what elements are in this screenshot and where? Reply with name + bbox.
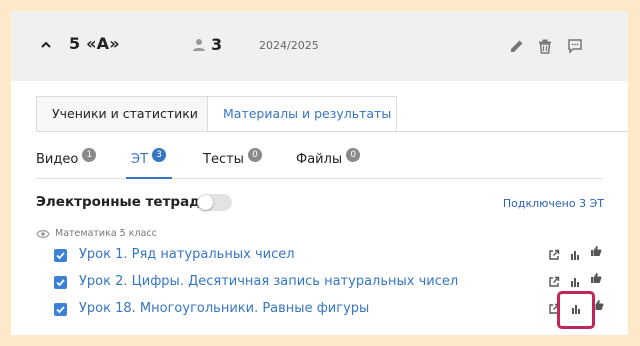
connected-count-link[interactable]: Подключено 3 ЭТ bbox=[503, 197, 604, 210]
external-link-icon[interactable] bbox=[548, 249, 560, 261]
lesson-checkbox[interactable] bbox=[54, 249, 67, 262]
count-badge: 3 bbox=[152, 148, 167, 162]
count-badge: 1 bbox=[82, 148, 97, 162]
check-icon bbox=[56, 252, 65, 260]
lesson-checkbox[interactable] bbox=[54, 303, 67, 316]
section-title: Электронные тетради bbox=[36, 194, 210, 210]
check-icon bbox=[56, 279, 65, 287]
workbooks-toggle[interactable] bbox=[197, 194, 232, 211]
lesson-row: Урок 1. Ряд натуральных чисел bbox=[54, 247, 614, 263]
subtab-label: Видео bbox=[36, 152, 79, 167]
eye-icon[interactable] bbox=[36, 229, 50, 239]
lesson-row: Урок 2. Цифры. Десятичная запись натурал… bbox=[54, 274, 614, 290]
tab-students-stats[interactable]: Ученики и статистики bbox=[36, 96, 208, 132]
lesson-row: Урок 18. Многоугольники. Равные фигуры bbox=[54, 301, 614, 317]
pencil-icon[interactable] bbox=[509, 38, 525, 54]
tab-materials-results[interactable]: Материалы и результаты bbox=[208, 96, 397, 132]
subtab-tests[interactable]: Тесты 0 bbox=[203, 148, 262, 167]
tabs-divider bbox=[36, 131, 628, 132]
thumbs-up-icon[interactable] bbox=[590, 272, 602, 284]
class-name: 5 «А» bbox=[69, 34, 120, 53]
person-icon bbox=[193, 39, 205, 51]
subject-label: Математика 5 класс bbox=[36, 228, 157, 239]
lesson-title[interactable]: Урок 1. Ряд натуральных чисел bbox=[79, 247, 295, 262]
subtab-label: ЭТ bbox=[131, 152, 149, 167]
subtab-video[interactable]: Видео 1 bbox=[36, 148, 97, 167]
subtabs-divider bbox=[36, 178, 603, 179]
bar-chart-icon[interactable] bbox=[569, 249, 581, 261]
subtab-label: Тесты bbox=[203, 152, 244, 167]
chevron-up-icon[interactable] bbox=[40, 39, 52, 51]
student-count: 3 bbox=[211, 35, 223, 54]
school-year: 2024/2025 bbox=[259, 39, 319, 52]
lesson-title[interactable]: Урок 2. Цифры. Десятичная запись натурал… bbox=[79, 274, 458, 289]
trash-icon[interactable] bbox=[537, 38, 553, 54]
bar-chart-icon[interactable] bbox=[569, 276, 581, 288]
lesson-title[interactable]: Урок 18. Многоугольники. Равные фигуры bbox=[79, 301, 369, 316]
highlight-frame bbox=[557, 291, 595, 329]
subtab-workbooks[interactable]: ЭТ 3 bbox=[131, 148, 167, 167]
class-card: 5 «А» 3 2024/2025 Ученики и статистики М… bbox=[11, 11, 628, 335]
subject-name: Математика 5 класс bbox=[55, 228, 157, 239]
subtab-files[interactable]: Файлы 0 bbox=[296, 148, 361, 167]
comment-icon[interactable] bbox=[567, 38, 583, 54]
check-icon bbox=[56, 306, 65, 314]
active-subtab-indicator bbox=[126, 177, 172, 179]
external-link-icon[interactable] bbox=[548, 276, 560, 288]
count-badge: 0 bbox=[346, 148, 361, 162]
count-badge: 0 bbox=[247, 148, 262, 162]
main-tabs: Ученики и статистики Материалы и результ… bbox=[36, 96, 397, 132]
toggle-knob bbox=[198, 195, 213, 210]
class-header: 5 «А» 3 2024/2025 bbox=[11, 11, 628, 81]
subtab-label: Файлы bbox=[296, 152, 343, 167]
lesson-checkbox[interactable] bbox=[54, 276, 67, 289]
thumbs-up-icon[interactable] bbox=[590, 245, 602, 257]
